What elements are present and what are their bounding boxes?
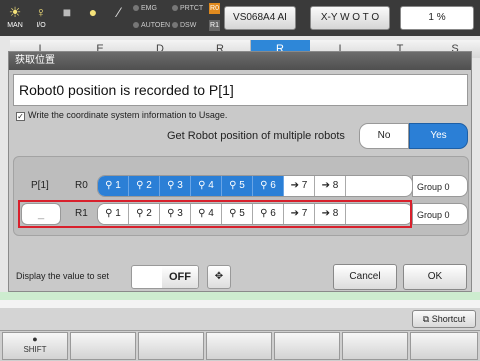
get-position-dialog: 获取位置 Robot0 position is recorded to P[1]… bbox=[8, 51, 472, 292]
multi-robot-label: Get Robot position of multiple robots bbox=[167, 130, 345, 142]
prtct-indicator: PRTCT bbox=[172, 4, 203, 13]
r0-tag: R0 bbox=[209, 3, 220, 14]
shortcut-button[interactable]: ⧉ Shortcut bbox=[412, 310, 476, 328]
r1-tag: R1 bbox=[209, 20, 220, 31]
function-key[interactable] bbox=[138, 332, 204, 360]
coord-mode-button[interactable]: X-Y W O T O bbox=[310, 6, 390, 30]
axis-toggle[interactable]: ⚲ 2 bbox=[129, 176, 160, 196]
axis-icon: ⚲ bbox=[167, 180, 175, 191]
function-key[interactable] bbox=[206, 332, 272, 360]
no-button[interactable]: No bbox=[359, 123, 409, 149]
sheet-row bbox=[0, 300, 480, 308]
ext-axis-toggle[interactable]: ➔ 8 bbox=[315, 176, 346, 196]
display-value-label: Display the value to set bbox=[16, 271, 110, 281]
shift-icon: ● bbox=[32, 334, 38, 344]
dsw-indicator: DSW bbox=[172, 21, 196, 30]
axis-toggle[interactable]: ⚲ 3 bbox=[160, 176, 191, 196]
io-icon[interactable]: ♀ I/O bbox=[30, 2, 52, 34]
axis-icon: ⚲ bbox=[229, 180, 237, 191]
speed-indicator[interactable]: 1 % bbox=[400, 6, 474, 30]
toggle-state: OFF bbox=[162, 266, 198, 288]
dialog-title: 获取位置 bbox=[9, 52, 471, 70]
axis-icon: ⚲ bbox=[198, 180, 206, 191]
pen-icon[interactable]: ⁄ bbox=[108, 2, 130, 34]
axis-toggle[interactable]: ⚲ 5 bbox=[222, 176, 253, 196]
cancel-button[interactable]: Cancel bbox=[333, 264, 397, 290]
top-toolbar: ☀ MAN ♀ I/O ■ ● ⁄ EMG PRTCT AUTOEN DSW R0 … bbox=[0, 0, 480, 36]
axis-icon: ⚲ bbox=[105, 180, 113, 191]
yes-button[interactable]: Yes bbox=[409, 123, 468, 149]
shift-key[interactable]: ● SHIFT bbox=[2, 332, 68, 360]
axis-toggle[interactable]: ⚲ 6 bbox=[253, 176, 284, 196]
man-icon[interactable]: ☀ MAN bbox=[4, 2, 26, 34]
function-key[interactable] bbox=[410, 332, 478, 360]
shortcut-icon: ⧉ bbox=[422, 314, 430, 324]
green-row bbox=[0, 292, 480, 300]
message-box: Robot0 position is recorded to P[1] bbox=[13, 74, 468, 106]
p-label: P[1] bbox=[31, 180, 49, 191]
group-label[interactable]: Group 0 bbox=[412, 175, 468, 197]
emg-indicator: EMG bbox=[133, 4, 157, 13]
ext-axis-icon: ➔ bbox=[321, 180, 331, 191]
program-name-button[interactable]: VS068A4 AI bbox=[224, 6, 296, 30]
function-key[interactable] bbox=[342, 332, 408, 360]
ok-button[interactable]: OK bbox=[403, 264, 467, 290]
ext-axis-toggle[interactable]: ➔ 7 bbox=[284, 176, 315, 196]
display-value-toggle[interactable]: OFF bbox=[131, 265, 199, 289]
selected-row-highlight bbox=[18, 200, 412, 228]
stop-icon[interactable]: ■ bbox=[56, 2, 78, 34]
function-key[interactable] bbox=[274, 332, 340, 360]
pin-icon[interactable]: ✥ bbox=[207, 265, 231, 289]
axis-toggle[interactable]: ⚲ 4 bbox=[191, 176, 222, 196]
bulb-icon[interactable]: ● bbox=[82, 2, 104, 34]
axis-icon: ⚲ bbox=[260, 180, 268, 191]
usage-checkbox[interactable]: ✓ bbox=[16, 112, 25, 121]
ext-axis-icon: ➔ bbox=[290, 180, 300, 191]
row-robot-label: R0 bbox=[75, 180, 88, 191]
autoen-indicator: AUTOEN bbox=[133, 21, 170, 30]
axis-toggle[interactable]: ⚲ 1 bbox=[98, 176, 129, 196]
r0-axis-group: ⚲ 1 ⚲ 2 ⚲ 3 ⚲ 4 ⚲ 5 ⚲ 6 ➔ 7 ➔ 8 bbox=[97, 175, 413, 197]
usage-checkbox-label: Write the coordinate system information … bbox=[28, 110, 228, 120]
axis-icon: ⚲ bbox=[136, 180, 144, 191]
function-key[interactable] bbox=[70, 332, 136, 360]
group-label[interactable]: Group 0 bbox=[412, 203, 468, 225]
